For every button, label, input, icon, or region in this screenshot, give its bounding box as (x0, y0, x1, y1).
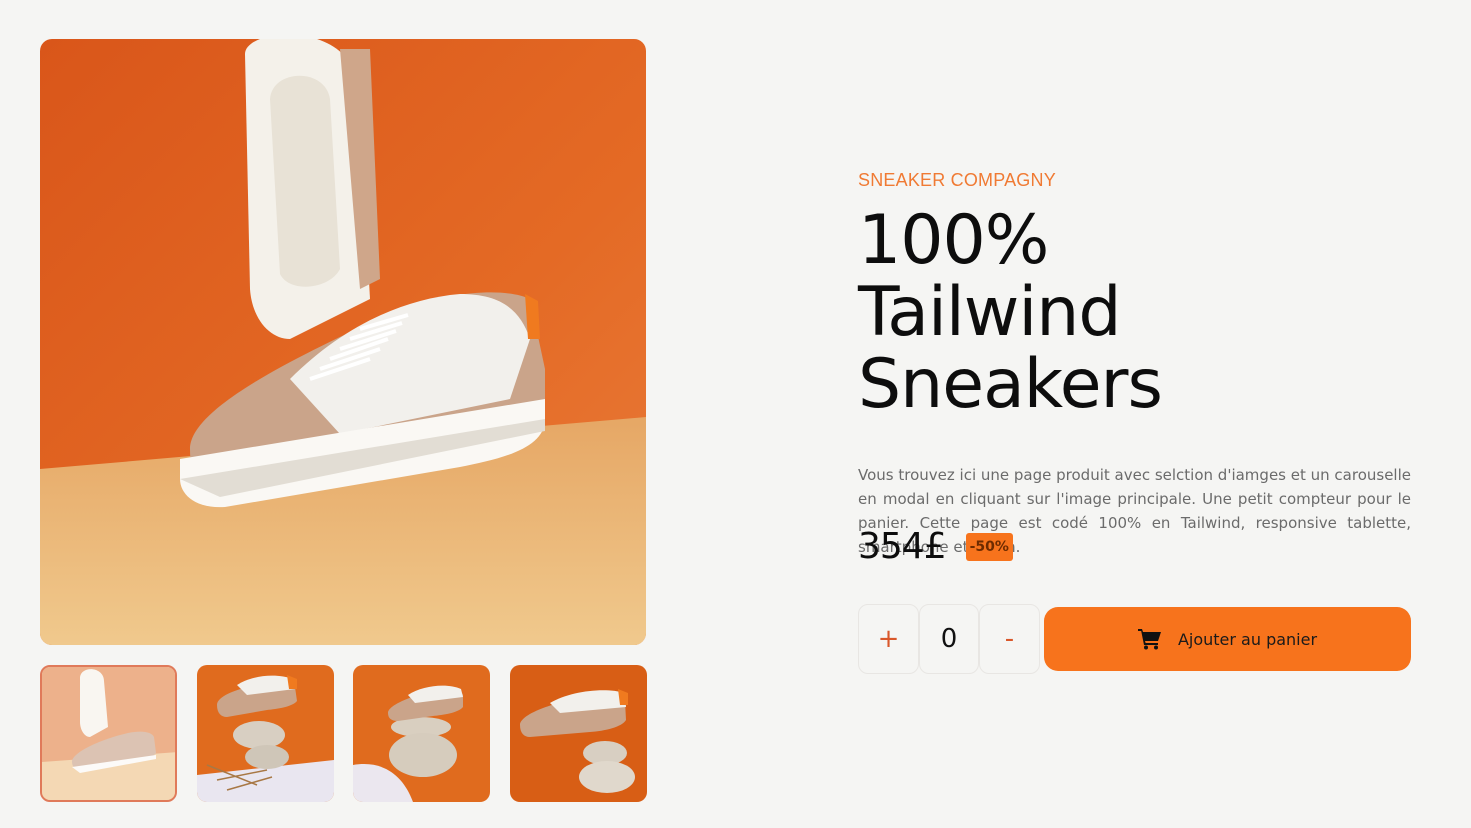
add-to-cart-label: Ajouter au panier (1177, 629, 1318, 649)
main-product-image[interactable] (40, 39, 646, 645)
cart-icon (1137, 629, 1161, 650)
increment-button[interactable]: + (858, 604, 919, 674)
product-page: SNEAKER COMPAGNY 100% Tailwind Sneakers … (0, 0, 1471, 828)
decrement-button[interactable]: - (979, 604, 1040, 674)
product-title: 100% Tailwind Sneakers (858, 201, 1163, 424)
thumbnail-3[interactable] (353, 665, 490, 802)
product-details: SNEAKER COMPAGNY 100% Tailwind Sneakers … (858, 170, 1411, 559)
price-row: 354£ -50% (858, 526, 1013, 567)
product-price: 354£ (858, 526, 947, 567)
brand-name: SNEAKER COMPAGNY (858, 170, 1056, 190)
add-to-cart-button[interactable]: Ajouter au panier (1044, 607, 1411, 671)
thumbnail-4[interactable] (510, 665, 647, 802)
quantity-value: 0 (919, 604, 979, 674)
discount-badge: -50% (965, 532, 1013, 561)
thumbnail-1[interactable] (40, 665, 177, 802)
cart-controls: + 0 - Ajouter au panier (858, 604, 1411, 674)
thumbnail-list (40, 665, 647, 802)
thumbnail-2[interactable] (197, 665, 334, 802)
